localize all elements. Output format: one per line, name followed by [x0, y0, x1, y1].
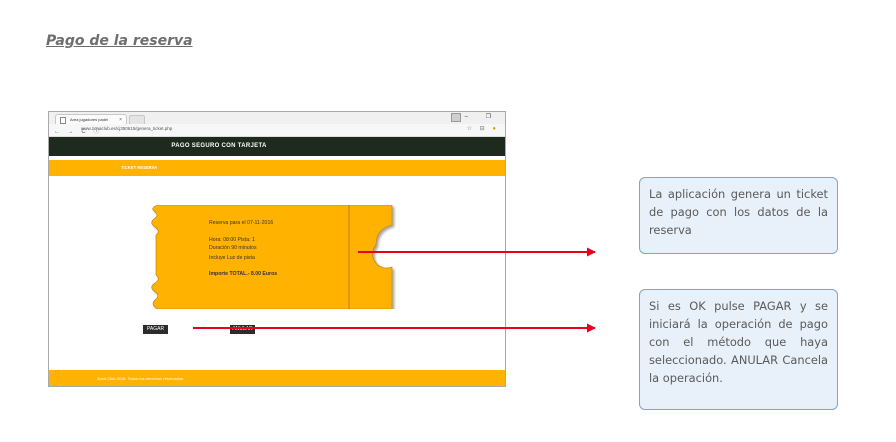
cancel-button[interactable]: ANULAR: [230, 325, 255, 334]
pay-button[interactable]: PAGAR: [143, 325, 168, 334]
bookmark-icon[interactable]: ☆ ⊟: [467, 126, 488, 132]
user-profile-icon[interactable]: [451, 113, 461, 122]
section-title: Pago de la reserva: [46, 33, 193, 49]
extension-icon[interactable]: ●: [492, 126, 499, 132]
ticket-duration: Duración 90 minutos: [209, 245, 257, 251]
browser-tab[interactable]: Area jugadores padel ×: [55, 114, 127, 124]
browser-screenshot: Area jugadores padel × – ❐ ← → C ⓘ www.z…: [48, 111, 506, 387]
url-field[interactable]: www.zonaclub.es/cj350615/genera_ticket.p…: [81, 126, 172, 131]
ticket-total-amount: Importe TOTAL.- 8.00 Euros: [209, 271, 278, 277]
page-header: PAGO SEGURO CON TARJETA: [49, 137, 505, 156]
ticket-section-bar: TICKET RESERVA: [49, 160, 505, 176]
page-icon: [60, 117, 66, 124]
window-controls[interactable]: – ❐: [465, 113, 499, 120]
tab-title: Area jugadores padel: [70, 117, 109, 122]
callout-ticket-info: La aplicación genera un ticket de pago c…: [639, 177, 838, 254]
footer-copyright: Zona Club 2016. Todos los derechos reser…: [97, 376, 185, 381]
callout-pay-cancel-info: Si es OK pulse PAGAR y se iniciará la op…: [639, 289, 838, 410]
ticket-court-light: Incluye Luz de pista: [209, 255, 255, 261]
address-bar: ← → C ⓘ www.zonaclub.es/cj350615/genera_…: [49, 124, 505, 137]
ticket-time-court: Hora: 08:00 Pista: 1: [209, 237, 255, 243]
ticket-section-label: TICKET RESERVA: [121, 165, 158, 170]
page-footer: Zona Club 2016. Todos los derechos reser…: [49, 370, 505, 386]
ticket-date: Reserva para el 07-11-2016: [209, 220, 274, 226]
page-header-title: PAGO SEGURO CON TARJETA: [171, 143, 267, 149]
